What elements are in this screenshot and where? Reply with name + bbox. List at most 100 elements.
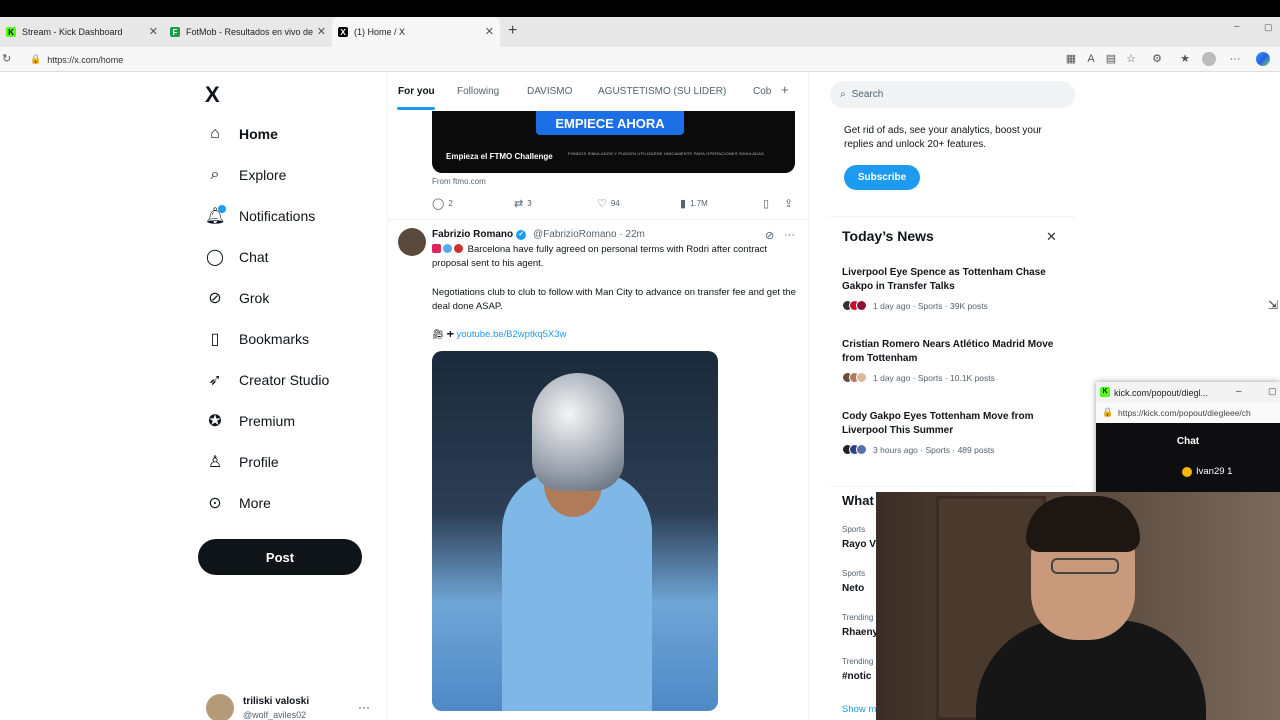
sidebar-item-home[interactable]: ⌂ Home	[205, 120, 278, 148]
tab-title: (1) Home / X	[354, 27, 406, 37]
avatar[interactable]	[398, 228, 426, 256]
ad-image[interactable]: EMPIECE AHORA Empieza el FTMO Challenge …	[432, 111, 795, 173]
notification-badge	[218, 205, 226, 213]
popout-url: https://kick.com/popout/diegleee/ch	[1118, 408, 1251, 418]
subscribe-button[interactable]: Subscribe	[844, 165, 920, 190]
minimize-icon[interactable]: –	[1236, 386, 1242, 397]
more-dots-icon[interactable]: ···	[784, 229, 795, 241]
tab-davismo[interactable]: DAVISMO	[527, 86, 572, 97]
profile-avatar-icon[interactable]	[1202, 52, 1216, 66]
sidebar-item-premium[interactable]: ✪ Premium	[205, 407, 295, 435]
browser-tab-x[interactable]: X (1) Home / X ✕	[332, 17, 500, 47]
tweet-photo[interactable]	[432, 351, 718, 711]
show-more-link[interactable]: Show m	[842, 704, 876, 715]
avatar-stack	[842, 300, 867, 311]
trophy-shape	[532, 373, 624, 491]
close-icon[interactable]: ✕	[317, 25, 326, 38]
tweet-link[interactable]: youtube.be/B2wptkq5X3w	[457, 329, 567, 340]
trend-category: Trending	[842, 657, 874, 666]
sidebar-item-bookmarks[interactable]: ▯ Bookmarks	[205, 325, 309, 353]
news-meta: 1 day ago · Sports · 39K posts	[873, 300, 988, 311]
grok-icon[interactable]: ⊘	[765, 229, 774, 242]
mouse-cursor-icon: ⇲	[1268, 298, 1279, 312]
close-icon[interactable]: ✕	[149, 25, 158, 38]
tab-agustetismo[interactable]: AGUSTETISMO (SU LIDER)	[598, 86, 726, 97]
search-input[interactable]: ⌕ Search	[830, 81, 1075, 108]
tweet-line: Negotiations club to club to follow with…	[432, 287, 796, 312]
bookmark-button[interactable]: ▯	[763, 197, 773, 210]
x-logo[interactable]: X	[205, 82, 220, 108]
share-button[interactable]: ⇪	[784, 197, 797, 210]
tweet-author[interactable]: Fabrizio Romano ✓	[432, 229, 527, 240]
close-icon[interactable]: ✕	[1046, 229, 1057, 245]
account-handle: @wolf_aviles02	[243, 710, 307, 720]
tab-title: FotMob - Resultados en vivo de fút	[186, 27, 316, 37]
emoji-icon	[454, 244, 463, 253]
menu-dots-icon[interactable]: ···	[1228, 52, 1242, 66]
search-placeholder: Search	[851, 89, 884, 100]
more-dots-icon[interactable]: ···	[358, 700, 370, 714]
plus-icon: ➕︎	[446, 329, 454, 340]
like-button[interactable]: ♡ 94	[597, 197, 620, 210]
active-tab-indicator	[397, 107, 435, 110]
news-item[interactable]: Cristian Romero Nears Atlético Madrid Mo…	[842, 338, 1067, 383]
sidebar-item-explore[interactable]: ⌕ Explore	[205, 161, 287, 189]
news-item[interactable]: Liverpool Eye Spence as Tottenham Chase …	[842, 266, 1067, 311]
sidebar-item-chat[interactable]: ◯ Chat	[205, 243, 269, 271]
webcam-person-glasses	[1051, 558, 1119, 574]
premium-card: Get rid of ads, see your analytics, boos…	[830, 110, 1075, 202]
trend-item[interactable]: Rhaeny	[842, 627, 878, 638]
x-icon: X	[338, 27, 348, 37]
restore-icon[interactable]: ▢	[1264, 22, 1273, 33]
tab-for-you[interactable]: For you	[398, 86, 435, 97]
trend-item[interactable]: Rayo V	[842, 539, 876, 550]
tweet-handle[interactable]: @FabrizioRomano · 22m	[533, 229, 645, 240]
popout-url-bar[interactable]: https://kick.com/popout/diegleee/ch	[1096, 403, 1280, 423]
close-icon[interactable]: ✕	[485, 25, 494, 38]
restore-icon[interactable]: ▢	[1268, 386, 1277, 397]
ad-disclaimer: FONDOS SIMULADOS Y PUEDEN UTILIZARSE ÚNI…	[568, 151, 766, 156]
news-item[interactable]: Cody Gakpo Eyes Tottenham Move from Live…	[842, 410, 1067, 455]
repost-button[interactable]: ⇄ 3	[514, 197, 532, 210]
refresh-icon[interactable]: ↻	[2, 52, 11, 65]
chat-username: Ivan29	[1196, 466, 1225, 477]
favorite-star-icon[interactable]: ☆	[1124, 52, 1138, 66]
browser-tab-kick[interactable]: K Stream - Kick Dashboard ✕	[0, 17, 164, 47]
extensions-icon[interactable]: ⚙	[1150, 52, 1164, 66]
reply-button[interactable]: ◯ 2	[432, 197, 453, 210]
trend-item[interactable]: #notic	[842, 671, 871, 682]
chat-user-count: 1	[1227, 466, 1233, 477]
minimize-icon[interactable]: –	[1234, 21, 1240, 32]
chat-user[interactable]: Ivan29 1	[1182, 466, 1232, 477]
premium-text: Get rid of ads, see your analytics, boos…	[844, 125, 1042, 150]
popout-titlebar[interactable]: kick.com/popout/diegl...	[1096, 382, 1280, 403]
sidebar-item-profile[interactable]: ♙ Profile	[205, 448, 279, 476]
reader-icon[interactable]: ▤	[1104, 52, 1118, 66]
favorites-icon[interactable]: ★	[1178, 52, 1192, 66]
ad-source[interactable]: From ftmo.com	[432, 177, 486, 186]
coin-icon	[1182, 466, 1192, 477]
column-divider	[808, 72, 809, 720]
translate-icon[interactable]: A	[1084, 52, 1098, 66]
account-switcher[interactable]: triliski valoski @wolf_aviles02 ···	[206, 694, 376, 720]
url-field[interactable]: 🔒 https://x.com/home	[30, 51, 1060, 68]
tab-cob[interactable]: Cob	[753, 86, 771, 97]
post-button[interactable]: Post	[198, 539, 362, 575]
ad-cta-button[interactable]: EMPIECE AHORA	[536, 111, 684, 135]
browser-tab-fotmob[interactable]: F FotMob - Resultados en vivo de fút ✕	[164, 17, 332, 47]
trend-item[interactable]: Neto	[842, 583, 864, 594]
app-icon[interactable]: ▦	[1064, 52, 1078, 66]
add-tab-icon[interactable]: +	[781, 82, 789, 97]
bookmark-icon: ▯	[763, 198, 770, 210]
sidebar-item-creator-studio[interactable]: ➶ Creator Studio	[205, 366, 329, 394]
sidebar-item-more[interactable]: ⊙ More	[205, 489, 271, 517]
views-button[interactable]: ▮ 1.7M	[680, 197, 708, 210]
search-icon: ⌕	[210, 166, 220, 183]
tab-following[interactable]: Following	[457, 86, 499, 97]
sidebar-item-label: Bookmarks	[239, 331, 310, 347]
person-icon: ♙	[207, 454, 223, 471]
new-tab-icon[interactable]: +	[508, 22, 517, 40]
sidebar-item-grok[interactable]: ⊘ Grok	[205, 284, 269, 312]
news-meta: 3 hours ago · Sports · 489 posts	[873, 444, 995, 455]
copilot-icon[interactable]	[1256, 52, 1270, 66]
